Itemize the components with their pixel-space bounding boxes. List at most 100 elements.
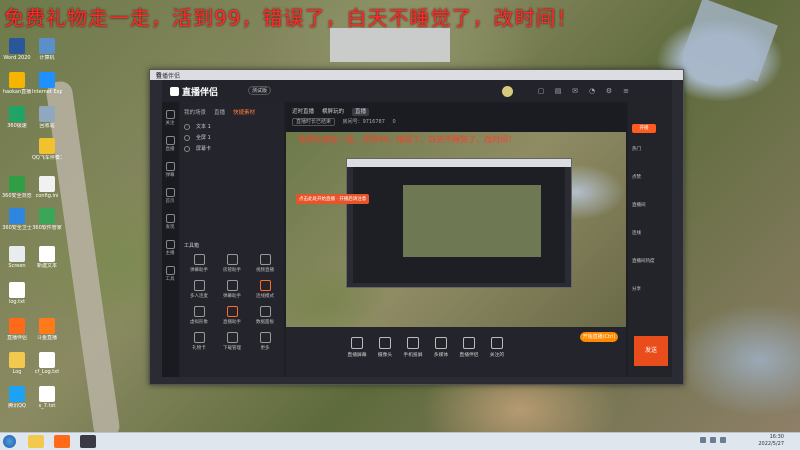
rail-label: 直播 bbox=[165, 147, 175, 152]
open-live-button[interactable]: 开播 bbox=[632, 124, 656, 133]
right-panel-item[interactable]: 热门 bbox=[632, 146, 641, 152]
desktop-icon[interactable]: haokan直播 bbox=[2, 72, 32, 95]
stream-preview[interactable]: 免费礼物走一走，活到99，错误了，白天不睡觉了，改时间！ 点击此处开始直播 · … bbox=[286, 132, 626, 327]
right-panel-item[interactable]: 直播间热度 bbox=[632, 258, 655, 264]
source-control[interactable]: 直播伴侣 bbox=[454, 337, 484, 358]
eye-icon[interactable] bbox=[184, 134, 190, 141]
desktop-icon[interactable]: QQ飞车伴奏工具 bbox=[32, 138, 62, 161]
window-titlebar[interactable]: 直播伴侣 — □ ✕ bbox=[150, 70, 683, 80]
source-control[interactable]: 直播屏幕 bbox=[342, 337, 372, 358]
toolbox-item[interactable]: 多人连麦 bbox=[184, 280, 214, 299]
taskbar-app-live[interactable] bbox=[54, 435, 70, 448]
app-window[interactable]: 直播伴侣 — □ ✕ 直播伴侣 测试版 ▢ ▤ ✉ ◔ ⚙ ≡ 关注 直播 弹幕 首页… bbox=[149, 69, 684, 385]
rail-item[interactable]: 主播 bbox=[164, 240, 176, 256]
desktop-icon[interactable]: 斗鱼直播 bbox=[32, 318, 62, 341]
stream-center: 近时直播 横屏玩的 直播 直播时长已结束 房间号：9716787 0 免费礼物走一走… bbox=[286, 102, 626, 377]
desktop-icon[interactable]: log.txt bbox=[2, 282, 32, 305]
desktop-icon[interactable]: 新建文本 bbox=[32, 246, 62, 269]
desktop-icon[interactable]: Screen bbox=[2, 246, 32, 269]
source-control[interactable]: 多媒体 bbox=[426, 337, 456, 358]
nested-app-window bbox=[346, 158, 572, 288]
gear-icon[interactable]: ⚙ bbox=[605, 87, 613, 95]
scene-item[interactable]: 文本 1 bbox=[184, 122, 211, 133]
desktop-icon[interactable]: 360极速 bbox=[2, 106, 32, 129]
scene-tab[interactable]: 直播 bbox=[214, 110, 225, 116]
tray-input-icon[interactable] bbox=[720, 437, 726, 443]
bell-icon[interactable]: ◔ bbox=[588, 87, 596, 95]
rail-item[interactable]: 发现 bbox=[164, 214, 176, 230]
app-icon bbox=[39, 208, 55, 224]
desktop-icon[interactable]: 360安全卫士 bbox=[2, 208, 32, 231]
app-icon bbox=[39, 176, 55, 192]
taskbar-app-explorer[interactable] bbox=[28, 435, 44, 448]
right-panel-item[interactable]: 直播间 bbox=[632, 202, 646, 208]
desktop-icon[interactable]: cf_Log.txt bbox=[32, 352, 62, 375]
toolbox-item[interactable]: 下载管理 bbox=[217, 332, 247, 351]
desktop-icon[interactable]: 腾讯QQ bbox=[2, 386, 32, 409]
toolbox-item[interactable]: 直播助手 bbox=[217, 306, 247, 325]
desktop-icon[interactable]: Word 2020 bbox=[2, 38, 32, 61]
scene-label: 屏幕卡 bbox=[196, 146, 212, 152]
tray-network-icon[interactable] bbox=[700, 437, 706, 443]
tool-icon bbox=[226, 306, 238, 317]
taskbar-app-companion[interactable] bbox=[80, 435, 96, 448]
close-button[interactable]: ✕ bbox=[156, 71, 680, 78]
scene-item[interactable]: 屏幕卡 bbox=[184, 144, 211, 155]
app-icon bbox=[39, 352, 55, 368]
desktop-icon[interactable]: Internet Explorer bbox=[32, 72, 62, 95]
rail-item[interactable]: 直播 bbox=[164, 136, 176, 152]
toolbox-item[interactable]: 弹幕助手 bbox=[217, 280, 247, 299]
scene-tab[interactable]: 快捷素材 bbox=[233, 110, 255, 116]
tray-volume-icon[interactable] bbox=[710, 437, 716, 443]
source-control[interactable]: 关注的 bbox=[482, 337, 512, 358]
center-tab[interactable]: 横屏玩的 bbox=[322, 109, 344, 115]
nested-content bbox=[353, 167, 565, 283]
toolbox-item[interactable]: 虚拟形象 bbox=[184, 306, 214, 325]
send-button[interactable]: 发送 bbox=[634, 336, 668, 366]
nested-preview bbox=[403, 185, 541, 257]
meta-chip[interactable]: 直播时长已结束 bbox=[292, 118, 336, 126]
eye-icon[interactable] bbox=[184, 145, 190, 152]
desktop-icon[interactable]: Log bbox=[2, 352, 32, 375]
desktop-icon[interactable]: 360安全浏览器 bbox=[2, 176, 32, 199]
right-panel-item[interactable]: 点赞 bbox=[632, 174, 641, 180]
right-panel-item[interactable]: 分享 bbox=[632, 286, 641, 292]
toolbox-item[interactable]: 房管助手 bbox=[217, 254, 247, 273]
rail-item[interactable]: 工具 bbox=[164, 266, 176, 282]
control-icon bbox=[435, 337, 447, 349]
gift-icon[interactable]: ▢ bbox=[537, 87, 545, 95]
source-control[interactable]: 摄像头 bbox=[370, 337, 400, 358]
scene-tab[interactable]: 我的场景 bbox=[184, 110, 206, 116]
scene-item[interactable]: 全屏 1 bbox=[184, 133, 211, 144]
start-button[interactable] bbox=[3, 435, 16, 448]
toolbox-item[interactable]: 连线模式 bbox=[250, 280, 280, 299]
center-tab[interactable]: 直播 bbox=[352, 108, 370, 116]
tool-icon bbox=[193, 306, 205, 317]
tool-label: 弹幕助手 bbox=[223, 294, 241, 299]
toolbox-item[interactable]: 弹幕助手 bbox=[184, 254, 214, 273]
toolbox-item[interactable]: 数据面板 bbox=[250, 306, 280, 325]
toolbox-item[interactable]: 更多 bbox=[250, 332, 280, 351]
rail-item[interactable]: 首页 bbox=[164, 188, 176, 204]
right-panel-item[interactable]: 连线 bbox=[632, 230, 641, 236]
mail-icon[interactable]: ✉ bbox=[571, 87, 579, 95]
desktop-icon[interactable]: s_7.txt bbox=[32, 386, 62, 409]
desktop-icon[interactable]: 直播伴侣 bbox=[2, 318, 32, 341]
message-icon[interactable]: ▤ bbox=[554, 87, 562, 95]
control-label: 手机投屏 bbox=[403, 353, 423, 358]
rail-item[interactable]: 弹幕 bbox=[164, 162, 176, 178]
taskbar-clock[interactable]: 16:30 2022/5/27 bbox=[758, 434, 784, 448]
start-live-button[interactable]: 开始直播(Ctrl) bbox=[580, 332, 618, 342]
desktop-icon[interactable]: 计算机 bbox=[32, 38, 62, 61]
toolbox-item[interactable]: 视频直播 bbox=[250, 254, 280, 273]
avatar[interactable] bbox=[502, 86, 513, 97]
desktop-icon[interactable]: config.ini bbox=[32, 176, 62, 199]
source-control[interactable]: 手机投屏 bbox=[398, 337, 428, 358]
toolbox-item[interactable]: 礼物卡 bbox=[184, 332, 214, 351]
eye-icon[interactable] bbox=[184, 123, 190, 130]
center-tab[interactable]: 近时直播 bbox=[292, 109, 314, 115]
rail-item[interactable]: 关注 bbox=[164, 110, 176, 126]
desktop-icon[interactable]: 360软件管家 bbox=[32, 208, 62, 231]
menu-icon[interactable]: ≡ bbox=[622, 87, 630, 95]
desktop-icon[interactable]: 回收站 bbox=[32, 106, 62, 129]
